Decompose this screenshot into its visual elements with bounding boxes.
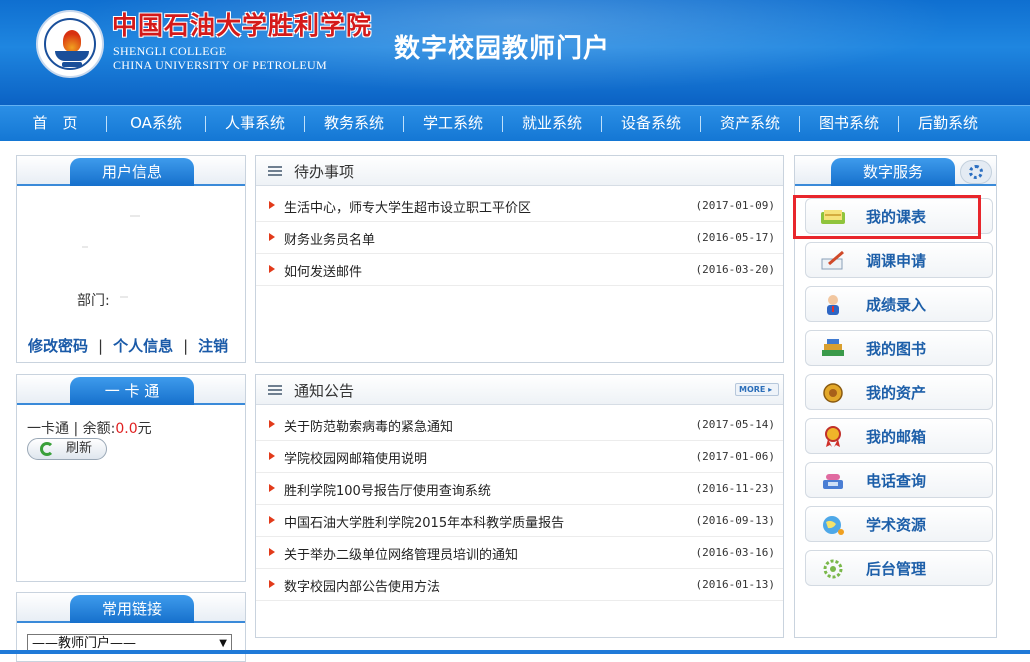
bullet-icon [269, 265, 275, 273]
pen-paper-icon [821, 250, 844, 270]
notice-item[interactable]: 关于举办二级单位网络管理员培训的通知 (2016-03-16) [256, 537, 783, 569]
bullet-icon [269, 452, 275, 460]
bullet-icon [269, 420, 275, 428]
nav-hr[interactable]: 人事系统 [215, 106, 295, 142]
refresh-button[interactable]: 刷新 [27, 438, 107, 460]
refresh-icon [40, 442, 54, 456]
main-nav: 首 页 OA系统 人事系统 教务系统 学工系统 就业系统 设备系统 资产系统 图… [0, 105, 1030, 141]
notices-panel: 通知公告 MORE ▸ 关于防范勒索病毒的紧急通知 (2017-05-14) 学… [255, 374, 784, 638]
globe-icon [823, 516, 844, 535]
list-icon [268, 166, 282, 177]
service-course-change[interactable]: 调课申请 [805, 242, 993, 278]
gear-icon [823, 559, 843, 579]
site-header: 中国石油大学胜利学院 SHENGLI COLLEGE CHINA UNIVERS… [0, 0, 1030, 105]
college-name-en: SHENGLI COLLEGE CHINA UNIVERSITY OF PETR… [113, 44, 327, 72]
todo-title: 待办事项 [294, 163, 355, 181]
phone-icon [823, 474, 843, 489]
campus-card-title: 一 卡 通 [70, 377, 194, 405]
nav-logistics[interactable]: 后勤系统 [908, 106, 988, 142]
bullet-icon [269, 580, 275, 588]
bullet-icon [269, 516, 275, 524]
highlight-box [793, 195, 981, 239]
user-links: 修改密码 | 个人信息 | 注销 [28, 337, 229, 355]
digital-services-title: 数字服务 [831, 158, 955, 186]
books-icon [822, 339, 844, 356]
service-academic-resources[interactable]: 学术资源 [805, 506, 993, 542]
service-my-assets[interactable]: 我的资产 [805, 374, 993, 410]
bullet-icon [269, 201, 275, 209]
notice-item[interactable]: 关于防范勒索病毒的紧急通知 (2017-05-14) [256, 409, 783, 441]
college-logo-icon [36, 10, 104, 78]
campus-card-panel: 一 卡 通 [16, 374, 246, 582]
nav-library[interactable]: 图书系统 [809, 106, 889, 142]
portal-title: 数字校园教师门户 [394, 34, 611, 64]
todo-item[interactable]: 生活中心，师专大学生超市设立职工平价区 (2017-01-09) [256, 190, 783, 222]
service-my-mailbox[interactable]: 我的邮箱 [805, 418, 993, 454]
logout-link[interactable]: 注销 [198, 337, 228, 355]
balance-value: 0.0 [115, 421, 138, 437]
bullet-icon [269, 233, 275, 241]
nav-academic[interactable]: 教务系统 [314, 106, 394, 142]
nav-oa[interactable]: OA系统 [116, 106, 196, 142]
more-button[interactable]: MORE ▸ [735, 383, 779, 396]
notice-item[interactable]: 胜利学院100号报告厅使用查询系统 (2016-11-23) [256, 473, 783, 505]
service-phone-lookup[interactable]: 电话查询 [805, 462, 993, 498]
notice-item[interactable]: 中国石油大学胜利学院2015年本科教学质量报告 (2016-09-13) [256, 505, 783, 537]
notice-item[interactable]: 数字校园内部公告使用方法 (2016-01-13) [256, 569, 783, 601]
bullet-icon [269, 484, 275, 492]
person-icon [827, 295, 839, 315]
service-my-books[interactable]: 我的图书 [805, 330, 993, 366]
nav-home[interactable]: 首 页 [20, 106, 90, 142]
card-balance: 一卡通 | 余额:0.0元 [27, 421, 152, 437]
nav-equipment[interactable]: 设备系统 [611, 106, 691, 142]
ribbon-icon [825, 426, 841, 447]
nav-assets[interactable]: 资产系统 [710, 106, 790, 142]
service-grade-entry[interactable]: 成绩录入 [805, 286, 993, 322]
list-icon [268, 385, 282, 396]
service-admin-backend[interactable]: 后台管理 [805, 550, 993, 586]
nav-student-affairs[interactable]: 学工系统 [413, 106, 493, 142]
todo-panel: 待办事项 生活中心，师专大学生超市设立职工平价区 (2017-01-09) 财务… [255, 155, 784, 363]
coins-icon [823, 383, 843, 403]
common-links-title: 常用链接 [70, 595, 194, 623]
user-info-panel: 用户信息 [16, 155, 246, 363]
settings-gear-icon[interactable] [960, 160, 992, 184]
notices-title: 通知公告 [294, 382, 355, 400]
nav-employment[interactable]: 就业系统 [512, 106, 592, 142]
user-info-title: 用户信息 [70, 158, 194, 186]
profile-link[interactable]: 个人信息 [113, 337, 173, 355]
college-name-cn: 中国石油大学胜利学院 [112, 11, 373, 40]
todo-item[interactable]: 如何发送邮件 (2016-03-20) [256, 254, 783, 286]
bullet-icon [269, 548, 275, 556]
notice-item[interactable]: 学院校园网邮箱使用说明 (2017-01-06) [256, 441, 783, 473]
department-label: 部门: [77, 293, 110, 309]
change-password-link[interactable]: 修改密码 [28, 337, 88, 355]
todo-item[interactable]: 财务业务员名单 (2016-05-17) [256, 222, 783, 254]
